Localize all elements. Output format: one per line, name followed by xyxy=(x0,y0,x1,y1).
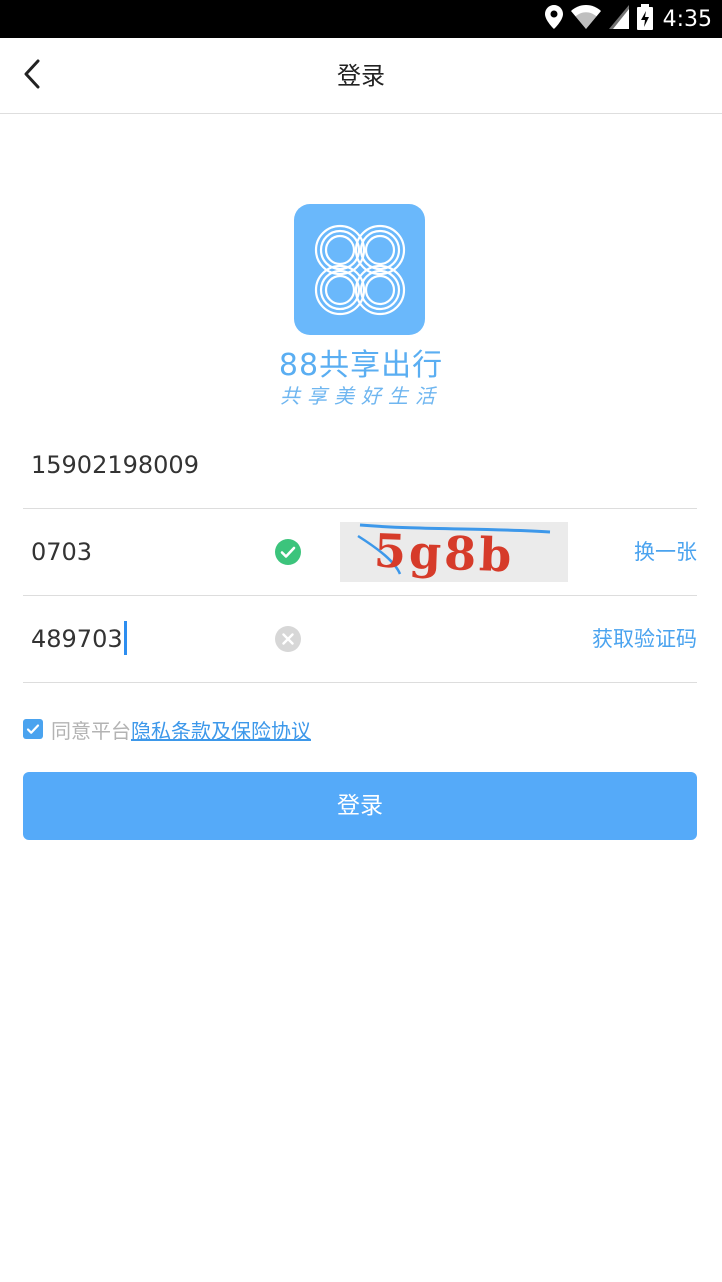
page-title: 登录 xyxy=(337,62,385,90)
signal-icon xyxy=(608,5,629,33)
agree-checkbox[interactable] xyxy=(23,719,43,739)
captcha-row: 0703 5g8b 换一张 xyxy=(23,509,697,596)
status-icons: 4:35 xyxy=(544,0,712,38)
brand-name: 88共享出行 xyxy=(278,348,444,383)
battery-icon xyxy=(636,4,653,34)
back-button[interactable] xyxy=(10,54,54,98)
status-time: 4:35 xyxy=(662,6,712,32)
captcha-input[interactable]: 0703 xyxy=(31,509,92,595)
phone-input[interactable]: 15902198009 xyxy=(31,422,199,508)
refresh-captcha-button[interactable]: 换一张 xyxy=(634,509,697,595)
wifi-icon xyxy=(570,5,601,33)
nav-bar: 登录 xyxy=(0,38,722,114)
privacy-terms-link[interactable]: 隐私条款及保险协议 xyxy=(131,715,311,744)
captcha-text: 5g8b xyxy=(373,523,516,582)
location-icon xyxy=(544,5,563,33)
agreement: 同意平台 隐私条款及保险协议 xyxy=(23,714,311,744)
check-circle-icon xyxy=(275,539,301,565)
sms-code-input[interactable]: 489703 xyxy=(31,596,127,682)
phone-row: 15902198009 xyxy=(23,422,697,509)
checkmark-icon xyxy=(26,724,40,734)
agreement-prefix: 同意平台 xyxy=(51,718,131,743)
clear-icon[interactable] xyxy=(275,626,301,652)
sms-code-row: 489703 获取验证码 xyxy=(23,596,697,683)
login-button[interactable]: 登录 xyxy=(23,772,697,840)
sms-code-value: 489703 xyxy=(31,625,123,653)
get-code-button[interactable]: 获取验证码 xyxy=(592,596,697,682)
status-bar: 4:35 xyxy=(0,0,722,38)
brand-slogan: 共享美好生活 xyxy=(280,384,442,408)
chevron-left-icon xyxy=(23,59,41,93)
logo-88-icon xyxy=(314,224,405,315)
app-logo xyxy=(294,204,425,335)
text-caret xyxy=(123,621,127,655)
captcha-image[interactable]: 5g8b xyxy=(340,522,568,582)
